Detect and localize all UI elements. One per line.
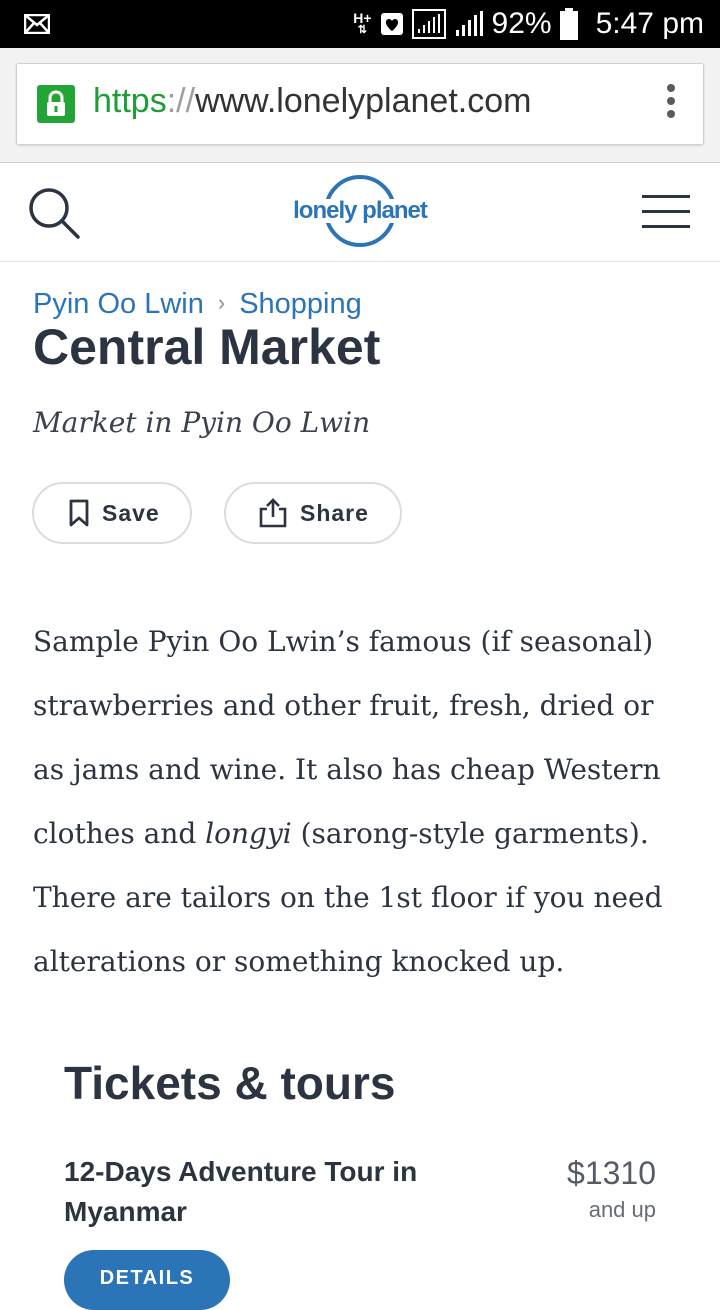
url-text[interactable]: https://www.lonelyplanet.com [93,82,531,121]
url-separator: :// [166,82,196,120]
bookmark-icon [69,499,89,527]
site-header: lonely planet [0,163,720,262]
breadcrumb: Pyin Oo Lwin › Shopping [33,288,362,321]
tour-price-note: and up [588,1197,656,1222]
lonely-planet-logo[interactable]: lonely planet [284,173,436,249]
page-title: Central Market [33,319,381,375]
share-icon [259,498,287,528]
tour-details-button[interactable]: DETAILS [64,1250,230,1310]
breadcrumb-link-shopping[interactable]: Shopping [239,288,362,320]
share-button[interactable]: Share [224,482,402,544]
save-button-label: Save [102,499,160,526]
mail-icon [24,14,50,34]
heart-notification-icon [380,13,403,35]
signal-icon-2 [455,11,483,36]
status-bar: H+ ⇅ 92% 5:47 pm [0,0,720,48]
url-scheme: https [93,82,167,120]
signal-icon [411,9,446,39]
secure-lock-icon[interactable] [37,85,75,123]
overflow-menu-icon[interactable] [665,84,677,124]
hamburger-menu-icon[interactable] [642,195,690,229]
tour-title[interactable]: 12-Days Adventure Tour in Myanmar [64,1152,464,1232]
logo-text: lonely planet [293,197,428,224]
url-host: www.lonelyplanet.com [195,82,532,120]
tour-price: $1310 [567,1155,656,1191]
page-subtitle: Market in Pyin Oo Lwin [33,406,371,439]
description-text: Sample Pyin Oo Lwin’s famous (if seasona… [33,625,663,978]
battery-icon [559,8,578,40]
description-emphasis: longyi [205,817,292,850]
save-button[interactable]: Save [32,482,192,544]
browser-toolbar: https://www.lonelyplanet.com [0,48,720,163]
search-icon[interactable] [26,185,82,241]
tickets-heading: Tickets & tours [64,1057,396,1109]
network-type-indicator: H+ ⇅ [353,10,372,36]
breadcrumb-chevron-icon: › [217,290,226,315]
battery-percent: 92% [491,7,552,40]
breadcrumb-link-pyin-oo-lwin[interactable]: Pyin Oo Lwin [33,288,204,320]
address-bar[interactable]: https://www.lonelyplanet.com [16,63,704,145]
share-button-label: Share [300,499,369,526]
clock: 5:47 pm [595,7,704,40]
